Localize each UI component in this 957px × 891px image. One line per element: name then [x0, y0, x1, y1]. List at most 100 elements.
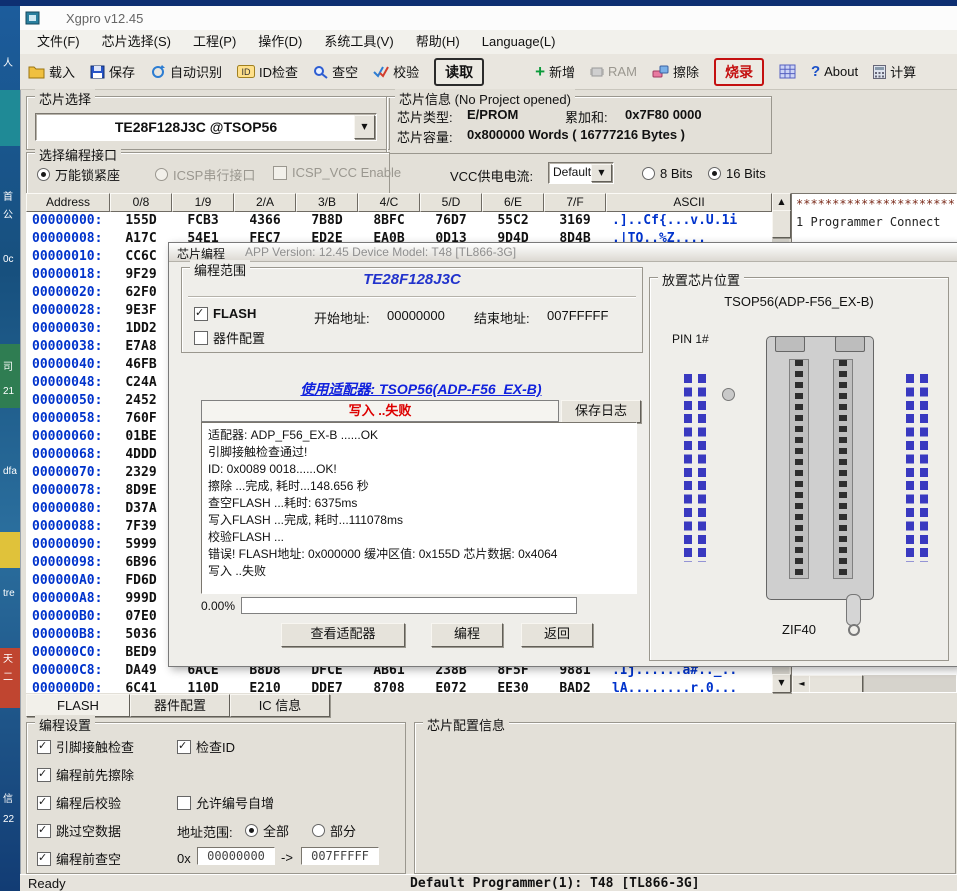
hex-ascii[interactable]: lA........r.0... — [606, 680, 772, 693]
flash-checkbox-item[interactable]: ✓ FLASH — [194, 306, 256, 321]
verify-button[interactable]: 校验 — [373, 62, 419, 81]
hex-cell[interactable]: 8D9E — [110, 482, 172, 500]
hex-cell[interactable]: BAD2 — [544, 680, 606, 693]
flash-checkbox[interactable]: ✓ — [194, 307, 208, 321]
ram-button[interactable]: RAM — [590, 64, 637, 79]
blank-check-before-item[interactable]: ✓ 编程前查空 — [37, 849, 121, 868]
range-part-item[interactable]: 部分 — [312, 821, 356, 840]
blank-check-before-checkbox[interactable]: ✓ — [37, 852, 51, 866]
menu-item[interactable]: 芯片选择(S) — [91, 30, 182, 54]
hex-cell[interactable]: BED9 — [110, 644, 172, 662]
icsp-vcc-checkbox[interactable]: ✓ — [273, 166, 287, 180]
icsp-vcc-checkbox-item[interactable]: ✓ ICSP_VCC Enable — [273, 165, 401, 180]
hex-cell[interactable]: 110D — [172, 680, 234, 693]
erase-button[interactable]: 擦除 — [652, 62, 699, 81]
new-button[interactable]: + 新增 — [535, 62, 575, 81]
bits8-radio[interactable] — [642, 167, 655, 180]
device-config-checkbox-item[interactable]: ✓ 器件配置 — [194, 328, 265, 347]
hex-cell[interactable]: E072 — [420, 680, 482, 693]
menu-item[interactable]: Language(L) — [471, 30, 567, 54]
auto-detect-button[interactable]: 自动识别 — [150, 62, 222, 81]
hex-cell[interactable]: 5999 — [110, 536, 172, 554]
save-button[interactable]: 保存 — [90, 62, 135, 81]
calculator-button[interactable]: 计算 — [873, 62, 916, 81]
bits16-radio-item[interactable]: 16 Bits — [708, 166, 766, 181]
hex-cell[interactable]: 8BFC — [358, 212, 420, 230]
hex-cell[interactable]: 4366 — [234, 212, 296, 230]
load-button[interactable]: 载入 — [28, 62, 75, 81]
id-check-button[interactable]: ID ID检查 — [237, 62, 298, 81]
hex-cell[interactable]: 3169 — [544, 212, 606, 230]
hex-cell[interactable]: 01BE — [110, 428, 172, 446]
vcc-dropdown-button[interactable]: ▼ — [591, 164, 612, 182]
bits16-radio[interactable] — [708, 167, 721, 180]
hex-cell[interactable]: E210 — [234, 680, 296, 693]
range-all-radio[interactable] — [245, 824, 258, 837]
ic-grid-button[interactable] — [779, 64, 796, 79]
hex-header-col[interactable]: 0/8 — [110, 193, 172, 212]
socket-radio[interactable] — [37, 168, 50, 181]
tab-ic-info[interactable]: IC 信息 — [230, 694, 330, 717]
hex-header-col[interactable]: 2/A — [234, 193, 296, 212]
hex-cell[interactable]: 8708 — [358, 680, 420, 693]
hex-cell[interactable]: 760F — [110, 410, 172, 428]
hex-cell[interactable]: 6B96 — [110, 554, 172, 572]
hex-cell[interactable]: 155D — [110, 212, 172, 230]
dialog-titlebar[interactable]: 芯片编程 APP Version: 12.45 Device Model: T4… — [169, 243, 957, 262]
hex-header-col[interactable]: 3/B — [296, 193, 358, 212]
verify-after-checkbox[interactable]: ✓ — [37, 796, 51, 810]
hex-header-col[interactable]: 4/C — [358, 193, 420, 212]
menu-item[interactable]: 操作(D) — [247, 30, 313, 54]
icsp-radio-item[interactable]: ICSP串行接口 — [155, 165, 255, 184]
hex-header-col[interactable]: 7/F — [544, 193, 606, 212]
skip-blank-item[interactable]: ✓ 跳过空数据 — [37, 821, 121, 840]
range-part-radio[interactable] — [312, 824, 325, 837]
range-all-item[interactable]: 全部 — [245, 821, 289, 840]
icsp-radio[interactable] — [155, 168, 168, 181]
pin-check-item[interactable]: ✓ 引脚接触检查 — [37, 737, 134, 756]
hex-cell[interactable]: EE30 — [482, 680, 544, 693]
hex-cell[interactable]: 62F0 — [110, 284, 172, 302]
blank-check-button[interactable]: 查空 — [313, 62, 358, 81]
hex-cell[interactable]: 7F39 — [110, 518, 172, 536]
hex-cell[interactable]: E7A8 — [110, 338, 172, 356]
check-id-item[interactable]: ✓ 检查ID — [177, 737, 235, 756]
hex-cell[interactable]: 4DDD — [110, 446, 172, 464]
device-config-checkbox[interactable]: ✓ — [194, 331, 208, 345]
hex-cell[interactable]: 6C41 — [110, 680, 172, 693]
hex-cell[interactable]: 9E3F — [110, 302, 172, 320]
window-titlebar[interactable]: Xgpro v12.45 — [20, 6, 957, 31]
menu-item[interactable]: 系统工具(V) — [313, 30, 404, 54]
hex-cell[interactable]: 07E0 — [110, 608, 172, 626]
chip-select-combo[interactable]: TE28F128J3C @TSOP56 ▼ — [35, 113, 377, 141]
back-button[interactable]: 返回 — [521, 623, 593, 647]
hex-cell[interactable]: 999D — [110, 590, 172, 608]
hex-header-col[interactable]: 5/D — [420, 193, 482, 212]
erase-before-item[interactable]: ✓ 编程前先擦除 — [37, 765, 134, 784]
about-button[interactable]: ? About — [811, 63, 858, 80]
tab-device-config[interactable]: 器件配置 — [130, 694, 230, 717]
burn-button[interactable]: 烧录 — [714, 58, 764, 86]
program-button[interactable]: 编程 — [431, 623, 503, 647]
hex-cell[interactable]: 9F29 — [110, 266, 172, 284]
tab-flash[interactable]: FLASH — [26, 694, 130, 717]
hex-cell[interactable]: 76D7 — [420, 212, 482, 230]
chip-select-dropdown-button[interactable]: ▼ — [354, 115, 375, 139]
hex-ascii[interactable]: .]..Cf{...v.U.1i — [606, 212, 772, 230]
menu-item[interactable]: 工程(P) — [182, 30, 247, 54]
save-log-button[interactable]: 保存日志 — [561, 400, 641, 423]
hex-cell[interactable]: DA49 — [110, 662, 172, 680]
hex-cell[interactable]: 2452 — [110, 392, 172, 410]
hex-cell[interactable]: DDE7 — [296, 680, 358, 693]
hex-cell[interactable]: C24A — [110, 374, 172, 392]
hex-cell[interactable]: A17C — [110, 230, 172, 248]
serial-increment-checkbox[interactable]: ✓ — [177, 796, 191, 810]
hex-header-col[interactable]: 1/9 — [172, 193, 234, 212]
hex-cell[interactable]: FD6D — [110, 572, 172, 590]
scroll-thumb[interactable] — [772, 210, 791, 238]
hex-cell[interactable]: 7B8D — [296, 212, 358, 230]
hex-cell[interactable]: 1DD2 — [110, 320, 172, 338]
hex-cell[interactable]: FCB3 — [172, 212, 234, 230]
bits8-radio-item[interactable]: 8 Bits — [642, 166, 693, 181]
skip-blank-checkbox[interactable]: ✓ — [37, 824, 51, 838]
